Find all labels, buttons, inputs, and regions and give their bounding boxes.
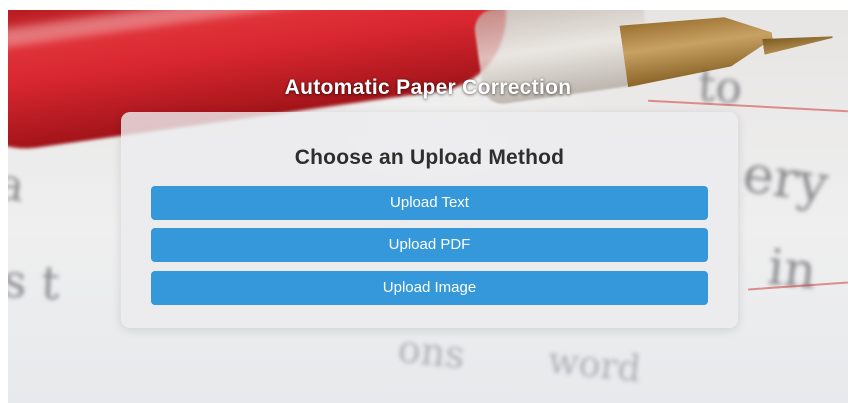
upload-text-button[interactable]: Upload Text [151, 186, 708, 220]
upload-method-card: Choose an Upload Method Upload Text Uplo… [121, 112, 738, 328]
upload-pdf-button[interactable]: Upload PDF [151, 228, 708, 262]
page-frame: to ery in s t a ons word Automatic Paper… [8, 10, 848, 403]
pen-nib [762, 29, 834, 55]
background-paper-marking: word [546, 340, 643, 391]
page-title: Automatic Paper Correction [284, 76, 572, 99]
background-paper-marking: ery [739, 144, 832, 216]
background-paper-marking: in [765, 237, 820, 301]
background-paper-marking: s t [8, 253, 62, 311]
background-paper-marking: ons [395, 326, 467, 378]
background-paper-marking: a [8, 158, 28, 213]
background-red-underline [648, 99, 848, 113]
card-heading: Choose an Upload Method [294, 146, 565, 169]
upload-image-button[interactable]: Upload Image [151, 271, 708, 305]
